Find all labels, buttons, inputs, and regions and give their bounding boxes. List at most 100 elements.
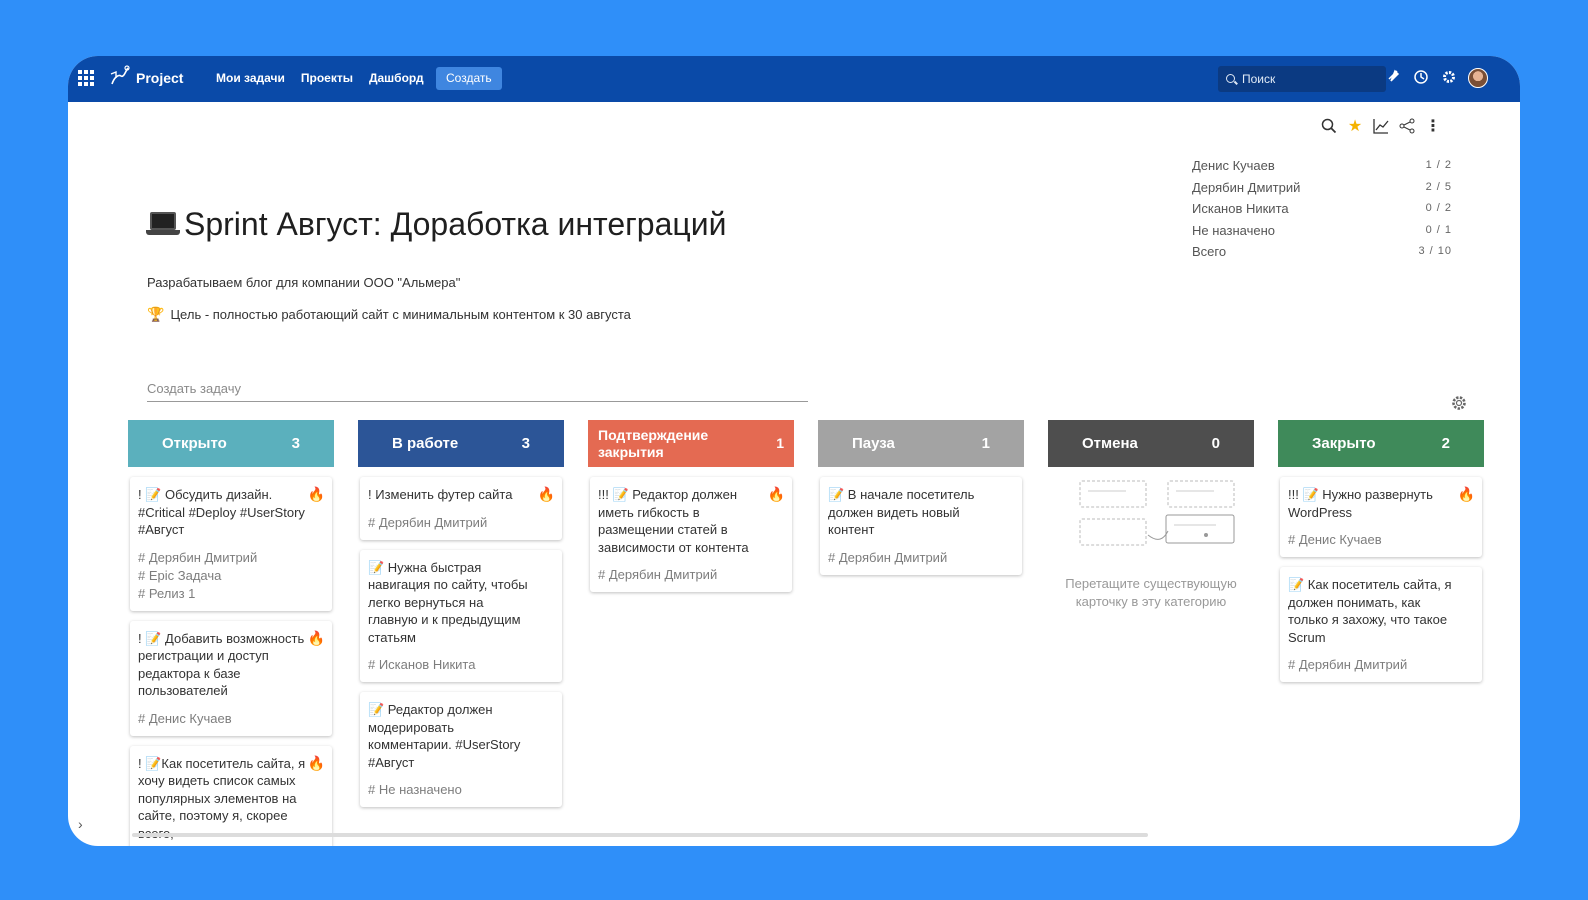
task-card-tag[interactable]: # Денис Кучаев bbox=[1288, 531, 1474, 549]
board-settings-gear-icon[interactable] bbox=[1449, 394, 1469, 414]
sprint-description: Разрабатываем блог для компании ООО "Аль… bbox=[147, 275, 461, 290]
task-card[interactable]: ! Изменить футер сайта 🔥 # Дерябин Дмитрий bbox=[360, 477, 562, 540]
column-count: 3 bbox=[521, 435, 530, 452]
priority-flame-icon: 🔥 bbox=[307, 486, 325, 502]
task-card-text: !!! 📝 Нужно развернуть WordPress bbox=[1288, 487, 1433, 520]
column-title: В работе bbox=[392, 435, 459, 452]
assignee-stats: Денис Кучаев 1 / 2 Дерябин Дмитрий 2 / 5 И… bbox=[1192, 155, 1452, 263]
task-card-meta: # Денис Кучаев bbox=[138, 710, 324, 728]
column-header[interactable]: Закрыто 2 bbox=[1278, 420, 1484, 467]
task-card-tag[interactable]: # Исканов Никита bbox=[368, 656, 554, 674]
top-nav-bar: Project Мои задачи Проекты Дашборд Созда… bbox=[68, 56, 1520, 102]
search-input[interactable]: Поиск bbox=[1218, 66, 1386, 92]
settings-icon[interactable] bbox=[1440, 69, 1458, 87]
task-card-meta: # Дерябин Дмитрий bbox=[828, 549, 1014, 567]
nav-dashboard[interactable]: Дашборд bbox=[369, 71, 424, 85]
sprint-toolbar: ★ ⋮ bbox=[1320, 118, 1442, 136]
app-launcher-icon[interactable] bbox=[78, 70, 94, 86]
nav-my-tasks[interactable]: Мои задачи bbox=[216, 71, 285, 85]
column-count: 1 bbox=[981, 435, 990, 452]
bell-icon[interactable] bbox=[1384, 69, 1402, 87]
board-column: Закрыто 2 !!! 📝 Нужно развернуть WordPress… bbox=[1278, 420, 1484, 682]
task-card-tag[interactable]: # Дерябин Дмитрий bbox=[1288, 656, 1474, 674]
column-header[interactable]: Пауза 1 bbox=[818, 420, 1024, 467]
app-logo-text[interactable]: Project bbox=[136, 70, 183, 86]
column-header[interactable]: Отмена 0 bbox=[1048, 420, 1254, 467]
task-card-tag[interactable]: # Дерябин Дмитрий bbox=[138, 549, 324, 567]
project-logo-icon bbox=[110, 65, 130, 85]
stats-row: Денис Кучаев 1 / 2 bbox=[1192, 158, 1452, 173]
task-card-text: 📝 Редактор должен модерировать комментар… bbox=[368, 702, 521, 770]
main-nav: Мои задачи Проекты Дашборд bbox=[216, 71, 424, 85]
page-title: Sprint Август: Доработка интеграций bbox=[146, 206, 726, 243]
chart-icon[interactable] bbox=[1372, 118, 1390, 136]
column-header[interactable]: Открыто 3 bbox=[128, 420, 334, 467]
task-card[interactable]: !!! 📝 Нужно развернуть WordPress 🔥 # Денис… bbox=[1280, 477, 1482, 557]
empty-column-hint: Перетащите существующую карточку в эту к… bbox=[1065, 576, 1237, 609]
task-card-tag[interactable]: # Epic Задача bbox=[138, 567, 324, 585]
task-card-meta: # Дерябин Дмитрий bbox=[598, 566, 784, 584]
task-card-tag[interactable]: # Дерябин Дмитрий bbox=[368, 514, 554, 532]
task-card-text: ! Изменить футер сайта bbox=[368, 487, 513, 502]
sprint-goal: 🏆 Цель - полностью работающий сайт с мин… bbox=[147, 306, 631, 322]
task-card-text: 📝 Нужна быстрая навигация по сайту, чтоб… bbox=[368, 559, 528, 645]
task-card-meta: # Не назначено bbox=[368, 781, 554, 799]
priority-flame-icon: 🔥 bbox=[1457, 486, 1475, 502]
create-task-input[interactable]: Создать задачу bbox=[147, 378, 808, 402]
column-count: 2 bbox=[1441, 435, 1450, 452]
task-card[interactable]: ! 📝 Добавить возможность регистрации и д… bbox=[130, 620, 332, 736]
task-card[interactable]: 📝 Редактор должен модерировать комментар… bbox=[360, 692, 562, 807]
task-card[interactable]: ! 📝Как посетитель сайта, я хочу видеть с… bbox=[130, 745, 332, 846]
task-card-meta: # Дерябин Дмитрий bbox=[1288, 656, 1474, 674]
stats-row: Исканов Никита 0 / 2 bbox=[1192, 201, 1452, 216]
task-card-tag[interactable]: # Релиз 1 bbox=[138, 585, 324, 603]
column-title: Закрыто bbox=[1312, 435, 1376, 452]
task-card-meta: # Дерябин Дмитрий bbox=[368, 514, 554, 532]
share-icon[interactable] bbox=[1398, 118, 1416, 136]
search-icon[interactable] bbox=[1320, 118, 1338, 136]
column-header[interactable]: Подтверждение закрытия 1 bbox=[588, 420, 794, 467]
chevron-right-icon[interactable]: › bbox=[78, 816, 83, 832]
more-options-icon[interactable]: ⋮ bbox=[1424, 118, 1442, 136]
task-card-text: 📝 Как посетитель сайта, я должен понимат… bbox=[1288, 577, 1452, 645]
empty-cards-illustration-icon bbox=[1079, 480, 1235, 546]
column-count: 1 bbox=[776, 435, 784, 451]
horizontal-scrollbar[interactable] bbox=[132, 833, 1148, 837]
nav-projects[interactable]: Проекты bbox=[301, 71, 353, 85]
task-card[interactable]: 📝 Как посетитель сайта, я должен понимат… bbox=[1280, 567, 1482, 682]
task-card-tag[interactable]: # Денис Кучаев bbox=[138, 710, 324, 728]
task-card[interactable]: !!! 📝 Редактор должен иметь гибкость в р… bbox=[590, 477, 792, 592]
search-placeholder: Поиск bbox=[1242, 72, 1276, 86]
favorite-star-icon[interactable]: ★ bbox=[1346, 118, 1364, 136]
stats-row: Не назначено 0 / 1 bbox=[1192, 222, 1452, 238]
priority-flame-icon: 🔥 bbox=[307, 754, 325, 771]
task-card[interactable]: ! 📝 Обсудить дизайн. #Critical #Deploy #… bbox=[130, 477, 332, 611]
user-avatar[interactable] bbox=[1468, 68, 1488, 88]
column-title: Отмена bbox=[1082, 435, 1138, 452]
task-card-tag[interactable]: # Дерябин Дмитрий bbox=[598, 566, 784, 584]
priority-flame-icon: 🔥 bbox=[537, 486, 555, 502]
task-card-meta: # Исканов Никита bbox=[368, 656, 554, 674]
task-card-text: 📝 В начале посетитель должен видеть новы… bbox=[828, 487, 975, 537]
history-icon[interactable] bbox=[1412, 69, 1430, 87]
column-title: Открыто bbox=[162, 435, 227, 452]
board-column: Открыто 3 ! 📝 Обсудить дизайн. #Critical #… bbox=[128, 420, 334, 846]
laptop-icon bbox=[146, 211, 180, 238]
task-card-text: ! 📝 Обсудить дизайн. #Critical #Deploy #… bbox=[138, 487, 305, 537]
board-column: Подтверждение закрытия 1 !!! 📝 Редактор до… bbox=[588, 420, 794, 592]
app-window: Project Мои задачи Проекты Дашборд Созда… bbox=[68, 56, 1520, 846]
task-card-text: ! 📝 Добавить возможность регистрации и д… bbox=[138, 630, 305, 699]
priority-flame-icon: 🔥 bbox=[767, 486, 785, 502]
task-card-tag[interactable]: # Не назначено bbox=[368, 781, 554, 799]
task-card[interactable]: 📝 Нужна быстрая навигация по сайту, чтоб… bbox=[360, 549, 562, 682]
column-title: Подтверждение закрытия bbox=[598, 426, 709, 460]
trophy-icon: 🏆 bbox=[147, 306, 165, 322]
task-card-tag[interactable]: # Дерябин Дмитрий bbox=[828, 549, 1014, 567]
board-column: Пауза 1 📝 В начале посетитель должен видет… bbox=[818, 420, 1024, 575]
task-card[interactable]: 📝 В начале посетитель должен видеть новы… bbox=[820, 477, 1022, 575]
column-title: Пауза bbox=[852, 435, 895, 452]
column-count: 0 bbox=[1211, 435, 1220, 452]
board-column: Отмена 0 Перетащите существующую карточку … bbox=[1048, 420, 1254, 611]
create-button[interactable]: Создать bbox=[436, 67, 502, 90]
column-header[interactable]: В работе 3 bbox=[358, 420, 564, 467]
